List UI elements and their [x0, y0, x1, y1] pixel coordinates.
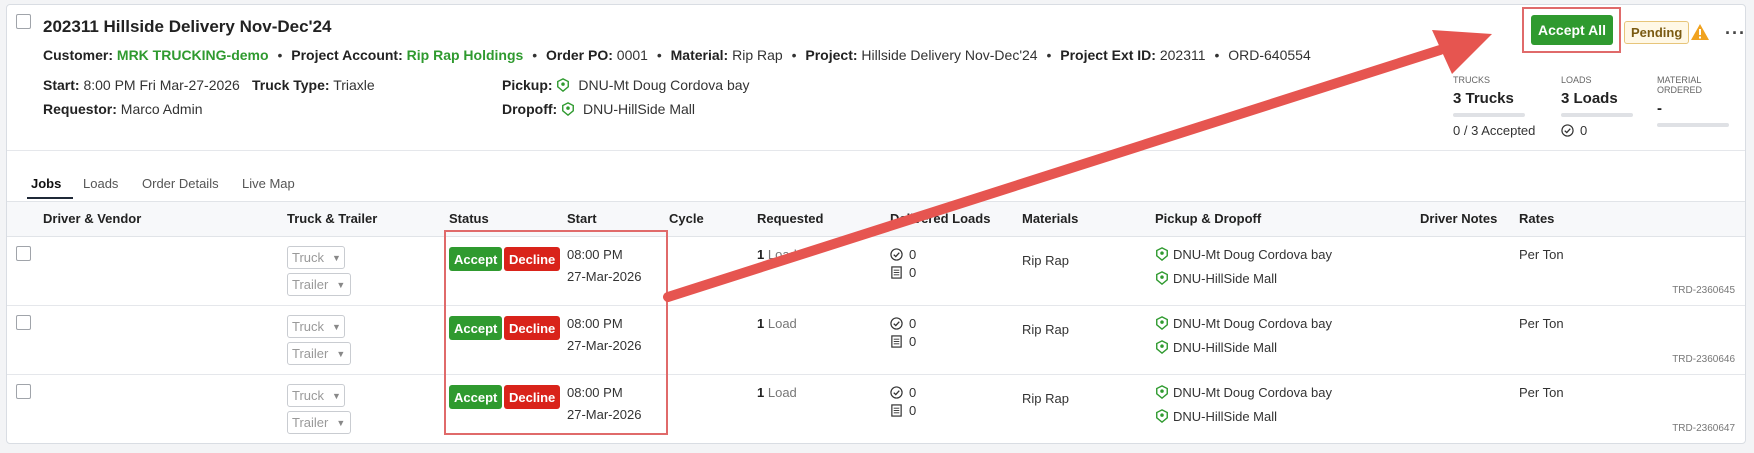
status-badge: Pending — [1624, 21, 1690, 44]
location-pin-icon — [1156, 247, 1168, 261]
material: Rip Rap — [1022, 322, 1069, 337]
col-cycle[interactable]: Cycle — [669, 211, 704, 226]
ticket-list-icon — [891, 266, 902, 279]
order-requestor: Requestor: Marco Admin — [43, 101, 203, 117]
order-pickup: Pickup: DNU-Mt Doug Cordova bay — [502, 77, 750, 93]
table-row: Truck ▼ Trailer ▼ Accept Decline 08:00 PM … — [7, 237, 1745, 306]
dropoff: DNU-HillSide Mall — [1155, 409, 1277, 424]
col-delivered-loads[interactable]: Delivered Loads — [890, 211, 990, 226]
order-material: Rip Rap — [732, 47, 783, 63]
table-row: Truck ▼ Trailer ▼ Accept Decline 08:00 PM … — [7, 306, 1745, 375]
check-circle-icon — [1561, 124, 1574, 137]
check-circle-icon — [890, 317, 903, 330]
stat-loads: LOADS 3 Loads 0 — [1561, 75, 1633, 138]
truck-select[interactable]: Truck ▼ — [287, 246, 345, 269]
pickup: DNU-Mt Doug Cordova bay — [1155, 247, 1332, 262]
location-pin-icon — [1156, 409, 1168, 423]
project-account-link[interactable]: Rip Rap Holdings — [407, 47, 524, 63]
order-truck-type: Truck Type: Triaxle — [252, 77, 375, 93]
table-row: Truck ▼ Trailer ▼ Accept Decline 08:00 PM … — [7, 375, 1745, 444]
material: Rip Rap — [1022, 391, 1069, 406]
check-circle-icon — [890, 386, 903, 399]
location-pin-icon — [1156, 316, 1168, 330]
more-options-icon[interactable]: ··· — [1725, 23, 1746, 44]
location-pin-icon — [557, 78, 570, 92]
truck-select[interactable]: Truck ▼ — [287, 384, 345, 407]
row-select-checkbox[interactable] — [16, 315, 31, 330]
col-materials[interactable]: Materials — [1022, 211, 1078, 226]
rate: Per Ton — [1519, 385, 1564, 400]
pickup: DNU-Mt Doug Cordova bay — [1155, 316, 1332, 331]
location-pin-icon — [1156, 385, 1168, 399]
requested-loads: 1 Load — [757, 316, 797, 331]
order-title: 202311 Hillside Delivery Nov-Dec'24 — [43, 17, 332, 36]
trip-id: TRD-2360646 — [1672, 354, 1735, 365]
check-circle-icon — [890, 248, 903, 261]
ticket-count: 0 — [890, 265, 916, 280]
row-select-checkbox[interactable] — [16, 246, 31, 261]
trailer-select[interactable]: Trailer ▼ — [287, 411, 351, 434]
col-status[interactable]: Status — [449, 211, 489, 226]
delivered-count: 0 — [890, 247, 916, 262]
warning-triangle-icon[interactable] — [1690, 23, 1710, 41]
trailer-select[interactable]: Trailer ▼ — [287, 273, 351, 296]
order-card: 202311 Hillside Delivery Nov-Dec'24 Cust… — [6, 4, 1746, 444]
ticket-list-icon — [891, 404, 902, 417]
tabs-divider — [7, 150, 1745, 151]
delivered-count: 0 — [890, 385, 916, 400]
order-po: 0001 — [616, 47, 648, 63]
delivered-count: 0 — [890, 316, 916, 331]
requested-loads: 1 Load — [757, 247, 797, 262]
ticket-list-icon — [891, 335, 902, 348]
location-pin-icon — [562, 102, 575, 116]
tab-jobs[interactable]: Jobs — [31, 176, 61, 191]
order-id: ORD-640554 — [1228, 47, 1311, 63]
order-dropoff: Dropoff: DNU-HillSide Mall — [502, 101, 695, 117]
active-tab-indicator — [27, 197, 73, 199]
rate: Per Ton — [1519, 247, 1564, 262]
order-meta-line: Customer: MRK TRUCKING-demo • Project Ac… — [43, 47, 1311, 63]
trip-id: TRD-2360647 — [1672, 423, 1735, 434]
pickup: DNU-Mt Doug Cordova bay — [1155, 385, 1332, 400]
annotation-highlight-status-column — [444, 230, 668, 435]
requested-loads: 1 Load — [757, 385, 797, 400]
dropoff: DNU-HillSide Mall — [1155, 340, 1277, 355]
col-pickup-dropoff[interactable]: Pickup & Dropoff — [1155, 211, 1261, 226]
tab-live-map[interactable]: Live Map — [242, 176, 295, 191]
trailer-select[interactable]: Trailer ▼ — [287, 342, 351, 365]
material: Rip Rap — [1022, 253, 1069, 268]
stat-trucks: TRUCKS 3 Trucks 0 / 3 Accepted — [1453, 75, 1536, 138]
location-pin-icon — [1156, 340, 1168, 354]
jobs-table-header: Driver & Vendor Truck & Trailer Status S… — [7, 201, 1745, 237]
col-truck-trailer[interactable]: Truck & Trailer — [287, 211, 377, 226]
ticket-count: 0 — [890, 403, 916, 418]
customer-link[interactable]: MRK TRUCKING-demo — [117, 47, 269, 63]
order-project: Hillside Delivery Nov-Dec'24 — [861, 47, 1038, 63]
rate: Per Ton — [1519, 316, 1564, 331]
dropoff: DNU-HillSide Mall — [1155, 271, 1277, 286]
project-ext-id: 202311 — [1159, 47, 1206, 63]
trip-id: TRD-2360645 — [1672, 285, 1735, 296]
col-driver-vendor[interactable]: Driver & Vendor — [43, 211, 141, 226]
col-requested[interactable]: Requested — [757, 211, 823, 226]
tab-order-details[interactable]: Order Details — [142, 176, 219, 191]
order-start: Start: 8:00 PM Fri Mar-27-2026 — [43, 77, 240, 93]
col-rates[interactable]: Rates — [1519, 211, 1554, 226]
order-select-checkbox[interactable] — [16, 14, 31, 29]
col-driver-notes[interactable]: Driver Notes — [1420, 211, 1497, 226]
truck-select[interactable]: Truck ▼ — [287, 315, 345, 338]
tab-loads[interactable]: Loads — [83, 176, 118, 191]
ticket-count: 0 — [890, 334, 916, 349]
location-pin-icon — [1156, 271, 1168, 285]
stat-material-ordered: MATERIAL ORDERED - — [1657, 75, 1745, 127]
col-start[interactable]: Start — [567, 211, 597, 226]
annotation-highlight-accept-all — [1522, 7, 1621, 53]
row-select-checkbox[interactable] — [16, 384, 31, 399]
